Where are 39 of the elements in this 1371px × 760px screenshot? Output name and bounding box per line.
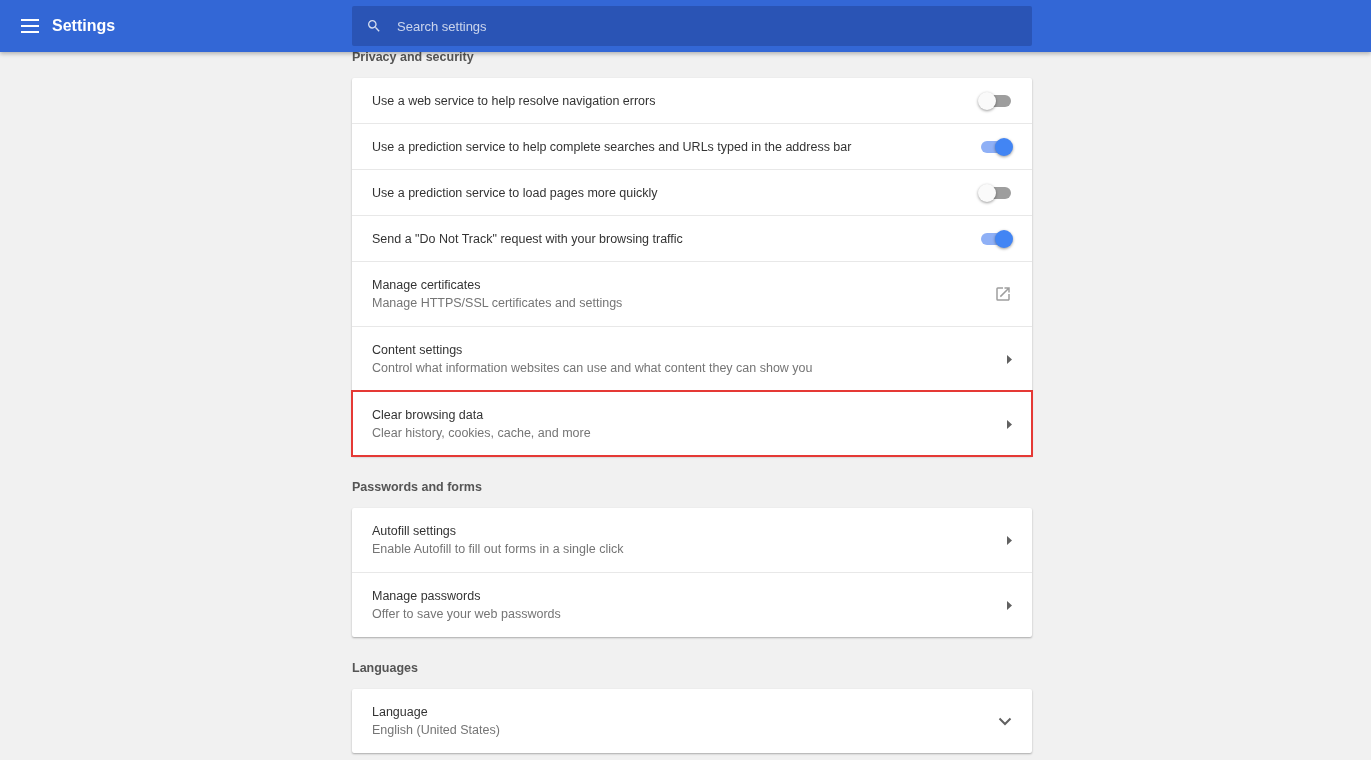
- setting-label: Send a "Do Not Track" request with your browsing traffic: [372, 231, 684, 246]
- section-heading: Privacy and security: [352, 49, 475, 66]
- settings-row[interactable]: Use a web service to help resolve navigation errors: [352, 78, 1032, 123]
- settings-row[interactable]: Use a prediction service to help complete searches and URLs typed in the address bar: [352, 123, 1032, 169]
- settings-row[interactable]: Use a prediction service to load pages more quickly: [352, 169, 1032, 215]
- setting-description: Clear history, cookies, cache, and more: [372, 426, 592, 440]
- setting-label: Use a prediction service to load pages more quickly: [372, 185, 659, 200]
- open-in-new-icon[interactable]: [994, 285, 1012, 303]
- setting-label: Manage certificates: [372, 278, 482, 292]
- section-heading: Languages: [352, 660, 419, 677]
- setting-label: Content settings: [372, 343, 464, 357]
- settings-row[interactable]: Content settings Control what information websites can use and what content they can show you: [352, 326, 1032, 391]
- setting-description: Manage HTTPS/SSL certificates and settings: [372, 296, 624, 310]
- triangle-right-icon[interactable]: [1007, 419, 1012, 429]
- settings-row[interactable]: Language English (United States): [352, 689, 1032, 753]
- setting-description: Offer to save your web passwords: [372, 607, 562, 621]
- setting-label: Manage passwords: [372, 589, 482, 603]
- setting-label: Use a prediction service to help complete searches and URLs typed in the address bar: [372, 139, 853, 154]
- settings-row[interactable]: Send a "Do Not Track" request with your browsing traffic: [352, 215, 1032, 261]
- triangle-right-icon[interactable]: [1007, 354, 1012, 364]
- settings-row[interactable]: Autofill settings Enable Autofill to fill out forms in a single click: [352, 508, 1032, 572]
- search-icon: [366, 18, 382, 34]
- setting-label: Clear browsing data: [372, 408, 485, 422]
- app-title: Settings: [52, 17, 116, 35]
- setting-label: Language: [372, 705, 429, 719]
- menu-icon[interactable]: [21, 19, 39, 33]
- setting-label: Autofill settings: [372, 524, 458, 538]
- triangle-right-icon[interactable]: [1007, 600, 1012, 610]
- setting-description: Enable Autofill to fill out forms in a single click: [372, 542, 625, 556]
- triangle-right-icon[interactable]: [1007, 535, 1012, 545]
- chevron-down-icon[interactable]: [998, 716, 1012, 726]
- setting-label: Use a web service to help resolve navigation errors: [372, 93, 657, 108]
- section-heading: Passwords and forms: [352, 479, 483, 496]
- setting-description: English (United States): [372, 723, 501, 737]
- search-field[interactable]: Search settings: [352, 6, 1032, 46]
- highlighted-settings-row[interactable]: Clear browsing data Clear history, cookies, cache, and more: [352, 391, 1032, 456]
- settings-row[interactable]: Manage certificates Manage HTTPS/SSL certificates and settings: [352, 261, 1032, 326]
- settings-row[interactable]: Manage passwords Offer to save your web passwords: [352, 572, 1032, 637]
- setting-description: Control what information websites can use and what content they can show you: [372, 361, 814, 375]
